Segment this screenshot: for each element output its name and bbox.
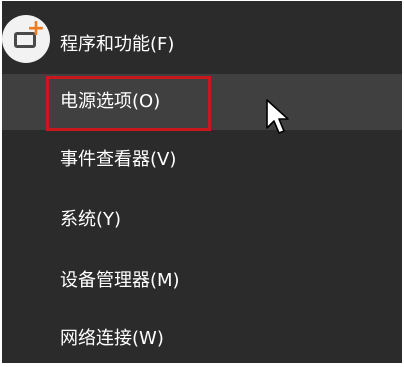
menu-item-label: 程序和功能(F) bbox=[60, 34, 175, 55]
add-app-icon: + bbox=[2, 15, 50, 63]
menu-item-event-viewer[interactable]: 事件查看器(V) bbox=[2, 132, 402, 188]
menu-item-system[interactable]: 系统(Y) bbox=[2, 192, 402, 248]
menu-item-device-manager[interactable]: 设备管理器(M) bbox=[2, 253, 402, 309]
context-menu: 程序和功能(F) 电源选项(O) 事件查看器(V) 系统(Y) 设备管理器(M)… bbox=[2, 1, 402, 363]
menu-item-label: 设备管理器(M) bbox=[60, 270, 180, 291]
plus-icon: + bbox=[26, 16, 46, 41]
menu-item-label: 事件查看器(V) bbox=[60, 149, 177, 170]
highlight-box bbox=[46, 76, 211, 131]
mouse-cursor-icon bbox=[266, 99, 289, 134]
menu-item-label: 网络连接(W) bbox=[60, 328, 164, 349]
menu-item-programs-features[interactable]: 程序和功能(F) bbox=[2, 17, 402, 73]
menu-item-label: 系统(Y) bbox=[60, 209, 122, 230]
menu-item-network-connections[interactable]: 网络连接(W) bbox=[2, 311, 402, 367]
